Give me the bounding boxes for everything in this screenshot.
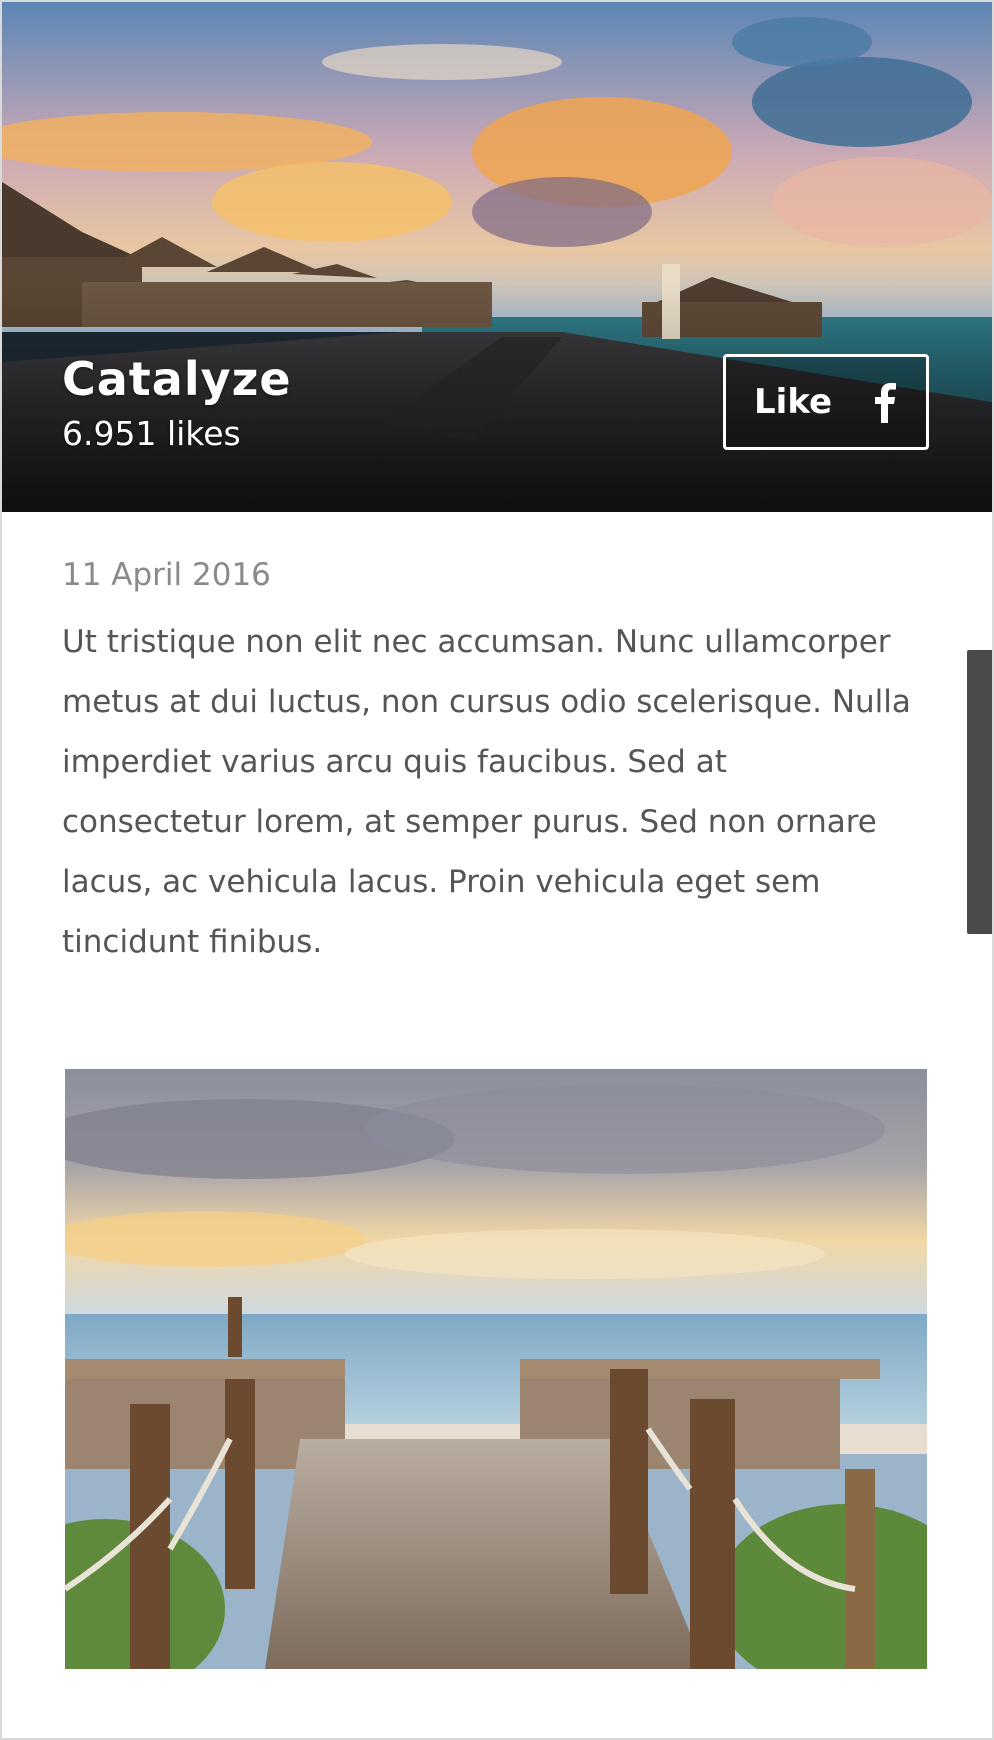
page-title[interactable]: Catalyze: [62, 352, 292, 406]
post-text: Ut tristique non elit nec accumsan. Nunc…: [62, 624, 911, 960]
like-button-label: Like: [754, 382, 833, 422]
facebook-icon: [872, 381, 896, 423]
post-date: 11 April 2016: [62, 557, 271, 593]
likes-count: 6.951 likes: [62, 414, 241, 453]
facebook-page-widget: Catalyze 6.951 likes Like 11 April 2016 …: [0, 0, 994, 1740]
like-button[interactable]: Like: [723, 354, 929, 450]
post-photo: [65, 1069, 927, 1669]
scrollbar-thumb[interactable]: [967, 650, 992, 934]
post-image[interactable]: [65, 1069, 927, 1669]
cover-photo[interactable]: Catalyze 6.951 likes Like: [2, 2, 992, 512]
